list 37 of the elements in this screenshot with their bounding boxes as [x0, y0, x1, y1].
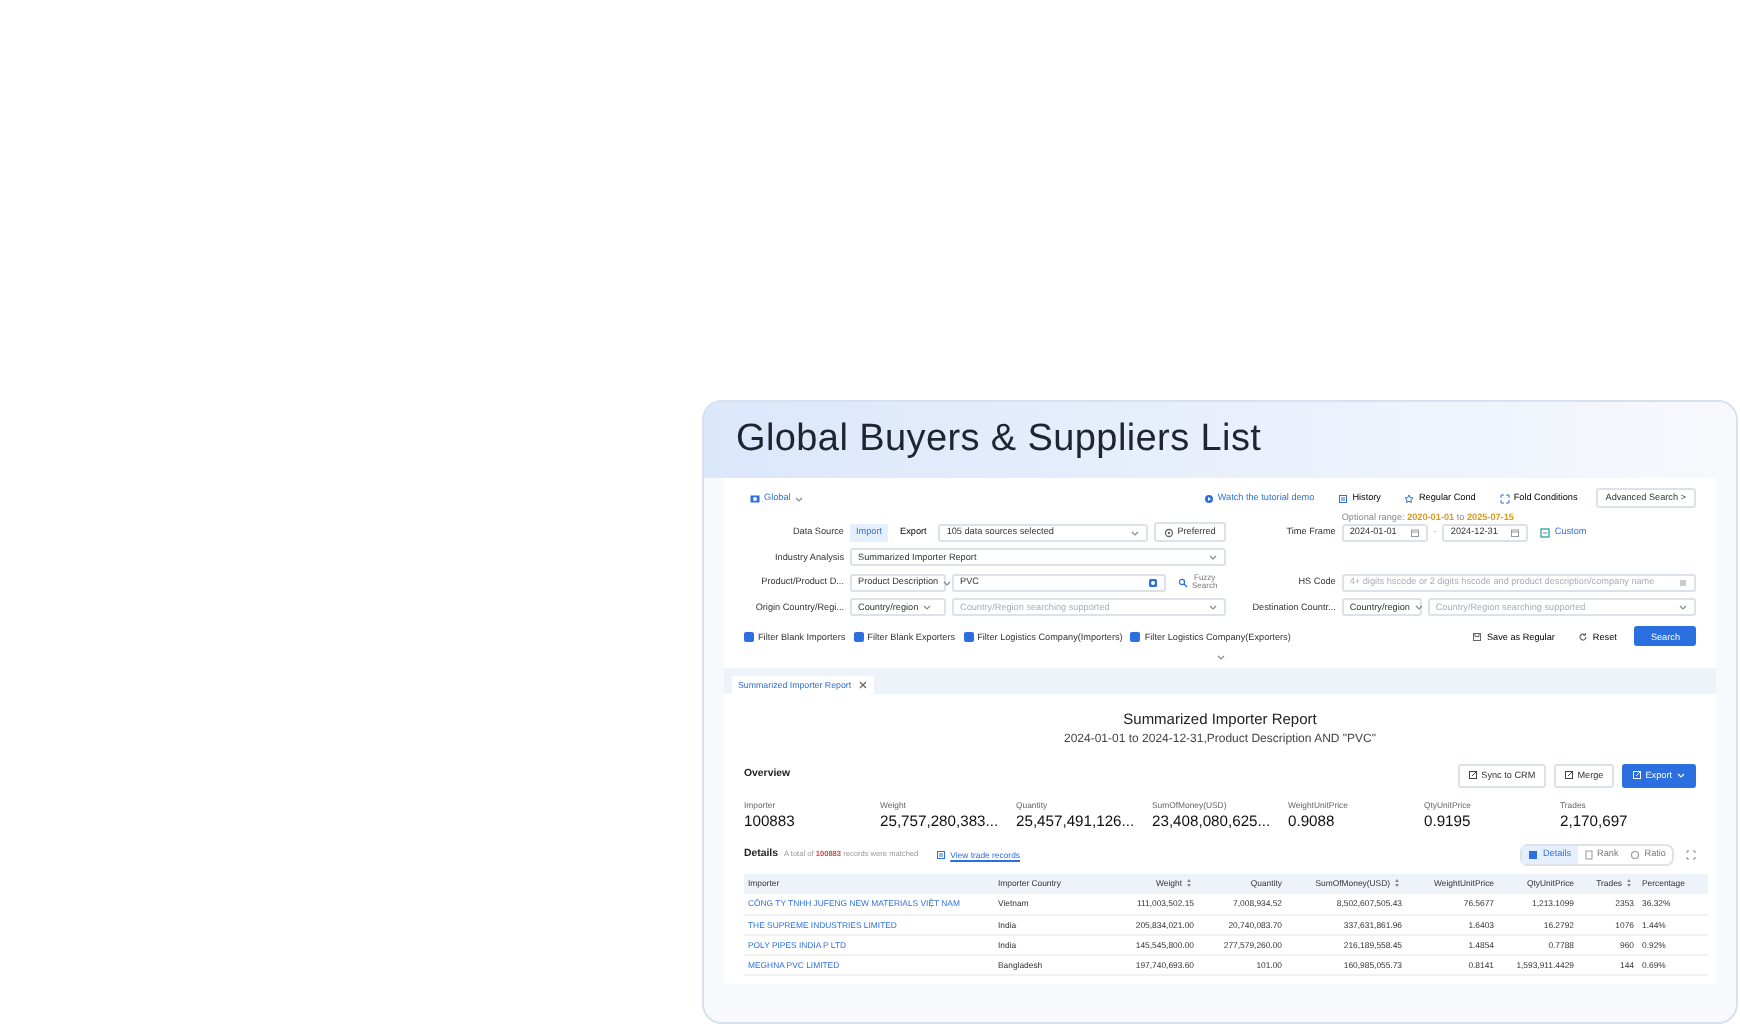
custom-icon: [1540, 527, 1551, 537]
caret-icon: [1678, 602, 1688, 613]
globe-icon: [750, 493, 760, 503]
caret-icon: [794, 493, 805, 503]
export-icon: [1563, 770, 1574, 781]
card-title: Global Buyers & Suppliers List: [736, 415, 1262, 464]
rank-icon: [1583, 849, 1594, 860]
calendar-icon: [1409, 527, 1420, 537]
reset-icon: [1578, 631, 1589, 642]
export-icon: [1631, 770, 1642, 781]
calendar-icon: [1510, 527, 1521, 537]
star-icon: [1404, 493, 1415, 503]
close-icon: [857, 680, 868, 691]
caret-icon: [942, 577, 953, 588]
chevron-icon: [1215, 651, 1225, 662]
gear-icon: [1163, 527, 1174, 537]
play-icon: [1203, 493, 1214, 503]
caret-icon: [1414, 602, 1424, 613]
caret-icon: [1129, 527, 1140, 537]
history-icon: [1338, 493, 1349, 503]
sort-icon: [1184, 878, 1194, 889]
list-icon: [1678, 577, 1688, 588]
ai-icon: [1147, 577, 1158, 588]
sort-icon: [1392, 878, 1402, 889]
caret-icon: [1207, 552, 1218, 563]
caret-icon: [1207, 602, 1218, 613]
fold-icon: [1499, 493, 1510, 503]
save-icon: [1472, 631, 1483, 642]
caret-icon: [922, 602, 933, 613]
caret-icon: [1676, 770, 1686, 781]
records-icon: [936, 849, 947, 860]
ratio-icon: [1630, 849, 1641, 860]
search-icon: [1177, 577, 1188, 588]
sort-icon: [1624, 878, 1634, 889]
details-icon: [1528, 849, 1539, 860]
expand-icon[interactable]: [1686, 849, 1696, 860]
export-icon: [1467, 770, 1478, 781]
